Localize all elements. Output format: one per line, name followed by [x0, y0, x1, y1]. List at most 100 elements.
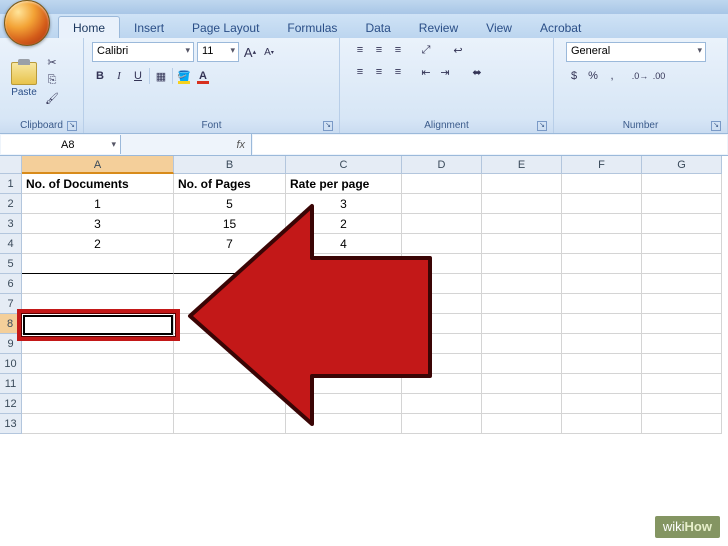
cell[interactable] [286, 314, 402, 334]
cell[interactable] [286, 374, 402, 394]
cell[interactable]: 2 [286, 214, 402, 234]
cell[interactable] [402, 274, 482, 294]
dialog-launcher-icon[interactable]: ↘ [323, 121, 333, 131]
office-button[interactable] [4, 0, 50, 46]
tab-acrobat[interactable]: Acrobat [526, 17, 595, 38]
cell[interactable] [402, 394, 482, 414]
cell[interactable] [402, 194, 482, 214]
cell[interactable] [22, 314, 174, 334]
cell[interactable] [482, 174, 562, 194]
cell[interactable] [482, 254, 562, 274]
cell[interactable] [174, 374, 286, 394]
cell[interactable] [286, 274, 402, 294]
cell[interactable] [402, 334, 482, 354]
currency-icon[interactable]: $ [566, 68, 582, 84]
cell[interactable] [286, 354, 402, 374]
cell[interactable] [642, 194, 722, 214]
grow-font-icon[interactable]: A▴ [242, 44, 258, 60]
merge-center-icon[interactable]: ⬌ [469, 64, 485, 80]
spreadsheet-grid[interactable]: ABCDEFG 1No. of DocumentsNo. of PagesRat… [0, 156, 728, 434]
number-format-combo[interactable]: General [566, 42, 706, 62]
cell[interactable] [562, 374, 642, 394]
select-all-corner[interactable] [0, 156, 22, 174]
cell[interactable] [174, 314, 286, 334]
cell[interactable]: 1 [22, 194, 174, 214]
cell[interactable] [174, 414, 286, 434]
cell[interactable] [402, 174, 482, 194]
cell[interactable] [22, 334, 174, 354]
align-top-icon[interactable]: ≡ [352, 42, 368, 58]
align-bottom-icon[interactable]: ≡ [390, 42, 406, 58]
cell[interactable] [642, 234, 722, 254]
formula-input[interactable] [253, 135, 727, 154]
cell[interactable] [562, 254, 642, 274]
tab-data[interactable]: Data [351, 17, 404, 38]
cell[interactable] [642, 214, 722, 234]
cell[interactable] [402, 354, 482, 374]
cell[interactable] [482, 294, 562, 314]
increase-indent-icon[interactable]: ⇥ [437, 64, 453, 80]
cell[interactable]: No. of Documents [22, 174, 174, 194]
cell[interactable] [22, 414, 174, 434]
cell[interactable] [482, 374, 562, 394]
cell[interactable] [642, 174, 722, 194]
cell[interactable]: 2 [22, 234, 174, 254]
cell[interactable] [402, 214, 482, 234]
format-painter-icon[interactable]: 🖌 [44, 90, 60, 106]
cell[interactable] [402, 254, 482, 274]
cell[interactable] [286, 294, 402, 314]
cell[interactable] [402, 374, 482, 394]
cell[interactable]: 15 [174, 214, 286, 234]
cell[interactable]: 3 [286, 194, 402, 214]
column-header[interactable]: F [562, 156, 642, 174]
cell[interactable]: 4 [286, 234, 402, 254]
row-header[interactable]: 3 [0, 214, 22, 234]
row-header[interactable]: 13 [0, 414, 22, 434]
underline-button[interactable]: U [130, 68, 146, 84]
cell[interactable] [482, 394, 562, 414]
cell[interactable]: 7 [174, 234, 286, 254]
row-header[interactable]: 10 [0, 354, 22, 374]
column-header[interactable]: G [642, 156, 722, 174]
decrease-decimal-icon[interactable]: .00 [651, 68, 667, 84]
cell[interactable]: Rate per page [286, 174, 402, 194]
cell[interactable] [482, 234, 562, 254]
italic-button[interactable]: I [111, 68, 127, 84]
cell[interactable] [22, 254, 174, 274]
border-icon[interactable]: ▦ [153, 68, 169, 84]
dialog-launcher-icon[interactable]: ↘ [67, 121, 77, 131]
cell[interactable] [482, 274, 562, 294]
cell[interactable] [402, 234, 482, 254]
cell[interactable] [174, 274, 286, 294]
orientation-icon[interactable]: ⤢ [418, 42, 434, 58]
cell[interactable] [286, 414, 402, 434]
align-middle-icon[interactable]: ≡ [371, 42, 387, 58]
dialog-launcher-icon[interactable]: ↘ [711, 121, 721, 131]
cell[interactable] [562, 234, 642, 254]
cell[interactable]: 3 [22, 214, 174, 234]
cell[interactable] [562, 294, 642, 314]
cell[interactable] [562, 314, 642, 334]
cell[interactable] [562, 354, 642, 374]
cell[interactable]: No. of Pages [174, 174, 286, 194]
cell[interactable] [174, 394, 286, 414]
cell[interactable] [562, 194, 642, 214]
fill-color-icon[interactable]: 🪣 [176, 68, 192, 84]
cell[interactable] [482, 314, 562, 334]
cell[interactable] [562, 394, 642, 414]
name-box[interactable]: A8 [1, 135, 121, 154]
tab-review[interactable]: Review [405, 17, 472, 38]
comma-icon[interactable]: , [604, 68, 620, 84]
wrap-text-icon[interactable]: ↩ [450, 42, 466, 58]
cell[interactable] [482, 194, 562, 214]
row-header[interactable]: 2 [0, 194, 22, 214]
cell[interactable] [642, 354, 722, 374]
font-name-combo[interactable]: Calibri [92, 42, 194, 62]
cell[interactable] [402, 294, 482, 314]
row-header[interactable]: 1 [0, 174, 22, 194]
copy-icon[interactable]: ⎘ [44, 72, 60, 88]
cell[interactable]: 5 [174, 194, 286, 214]
row-header[interactable]: 11 [0, 374, 22, 394]
fx-button[interactable]: fx [122, 134, 252, 155]
cell[interactable] [22, 274, 174, 294]
